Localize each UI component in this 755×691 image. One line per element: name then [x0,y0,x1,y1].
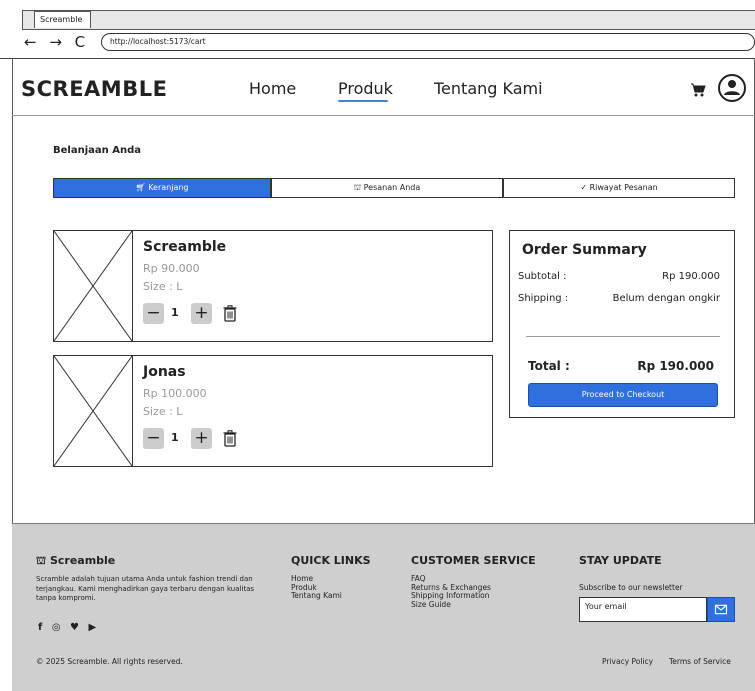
customer-service-title: CUSTOMER SERVICE [411,554,536,567]
nav-active-indicator [338,100,388,102]
tab-pesanan-anda[interactable]: ⛫ Pesanan Anda [271,178,503,198]
social-icons[interactable]: f ◎ ♥ ▶ [38,622,99,633]
tab-label: Riwayat Pesanan [589,183,658,192]
summary-divider [526,336,720,337]
increase-button[interactable]: + [191,428,212,449]
newsletter-email-input[interactable]: Your email [579,597,707,622]
stay-update-title: STAY UPDATE [579,554,662,567]
subtotal-label: Subtotal : [518,271,567,282]
item-name: Screamble [143,239,227,255]
order-summary: Order Summary Subtotal : Rp 190.000 Ship… [509,230,735,418]
item-price: Rp 100.000 [143,387,207,400]
quantity-value: 1 [171,431,179,444]
footer-link-tentang-kami[interactable]: Tentang Kami [291,591,342,601]
quick-links-list: Home Produk Tentang Kami [291,574,342,601]
shipping-label: Shipping : [518,293,569,304]
product-image-placeholder [53,355,133,467]
copyright: © 2025 Screamble. All rights reserved. [36,657,183,666]
nav-produk[interactable]: Produk [338,79,393,98]
newsletter-submit-button[interactable] [707,597,735,622]
subtotal-value: Rp 190.000 [662,271,720,282]
trash-icon[interactable] [223,305,237,322]
tab-label: Pesanan Anda [363,183,421,192]
site-logo[interactable]: SCREAMBLE [21,77,167,101]
total-label: Total : [528,359,570,373]
shipping-value: Belum dengan ongkir [612,293,720,304]
browser-chrome: Screamble ← → C http://localhost:5173/ca… [0,0,755,58]
customer-service-list: FAQ Returns & Exchanges Shipping Informa… [411,574,491,610]
tab-riwayat-pesanan[interactable]: ✓ Riwayat Pesanan [503,178,735,198]
footer-description: Scramble adalah tujuan utama Anda untuk … [36,575,255,602]
increase-button[interactable]: + [191,303,212,324]
browser-nav-buttons[interactable]: ← → C [24,33,89,51]
bag-icon: ⛫ [353,183,362,192]
privacy-link[interactable]: Privacy Policy [602,657,653,666]
bag-icon: ⛫ [36,554,47,567]
nav-tentang-kami[interactable]: Tentang Kami [434,79,543,98]
item-size: Size : L [143,405,183,418]
mail-icon [714,604,728,615]
item-name: Jonas [143,364,186,380]
quantity-value: 1 [171,306,179,319]
terms-link[interactable]: Terms of Service [669,657,731,666]
chrome-divider [0,58,755,59]
site-footer: ⛫ Screamble Scramble adalah tujuan utama… [12,523,755,691]
cart-icon: 🛒︎ [135,183,146,192]
address-bar[interactable]: http://localhost:5173/cart [101,33,755,51]
summary-title: Order Summary [522,242,647,258]
cart-icon[interactable] [690,82,706,98]
browser-tab[interactable]: Screamble [34,11,91,28]
header-divider [12,115,755,116]
trash-icon[interactable] [223,430,237,447]
product-image-placeholder [53,230,133,342]
total-value: Rp 190.000 [637,359,714,373]
quick-links-title: QUICK LINKS [291,554,371,567]
decrease-button[interactable]: − [143,303,164,324]
nav-home[interactable]: Home [249,79,296,98]
tab-strip [22,10,755,30]
footer-link-size-guide[interactable]: Size Guide [411,600,491,610]
item-price: Rp 90.000 [143,262,200,275]
footer-brand: ⛫ Screamble [36,554,115,569]
item-size: Size : L [143,280,183,293]
tab-label: Keranjang [148,183,189,192]
decrease-button[interactable]: − [143,428,164,449]
user-icon[interactable] [718,74,746,102]
footer-brand-name: Screamble [49,554,116,567]
page-title: Belanjaan Anda [53,145,141,156]
tab-keranjang[interactable]: 🛒︎ Keranjang [53,178,271,198]
cart-item: Screamble Rp 90.000 Size : L − 1 + [53,230,493,342]
cart-item: Jonas Rp 100.000 Size : L − 1 + [53,355,493,467]
cart-tabs: 🛒︎ Keranjang ⛫ Pesanan Anda ✓ Riwayat Pe… [53,178,735,198]
subscribe-text: Subscribe to our newsletter [579,583,683,592]
check-circle-icon: ✓ [580,183,588,192]
checkout-button[interactable]: Proceed to Checkout [528,383,718,407]
